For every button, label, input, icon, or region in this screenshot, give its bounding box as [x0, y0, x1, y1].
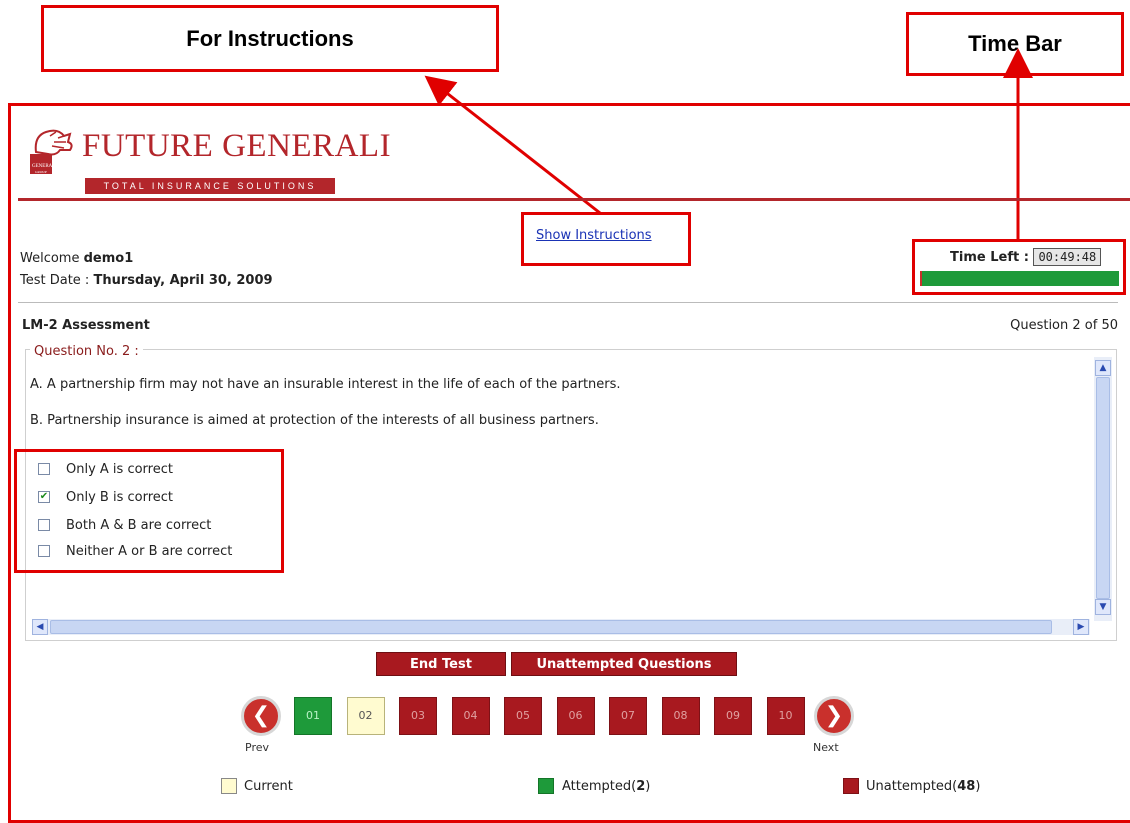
header-divider: [18, 198, 1130, 201]
statement-a: A. A partnership firm may not have an in…: [30, 377, 621, 392]
unattempted-questions-button[interactable]: Unattempted Questions: [511, 652, 737, 676]
legend-unattempted-swatch: [843, 778, 859, 794]
time-left-label: Time Left :: [950, 250, 1029, 265]
content-divider: [18, 302, 1118, 303]
legend-unattempted-label: Unattempted(: [866, 779, 958, 794]
option-label: Both A & B are correct: [66, 517, 212, 533]
page-button-02[interactable]: 02: [346, 697, 385, 735]
question-number: Question No. 2 :: [30, 344, 143, 359]
page-button-06[interactable]: 06: [556, 697, 595, 735]
checkbox[interactable]: [38, 519, 50, 531]
legend-unattempted-count: 48: [957, 779, 976, 794]
page-button-03[interactable]: 03: [399, 697, 437, 735]
checkbox[interactable]: [38, 545, 50, 557]
horizontal-scrollbar[interactable]: [32, 619, 1090, 635]
page-button-04[interactable]: 04: [451, 697, 490, 735]
brand-tagline: TOTAL INSURANCE SOLUTIONS: [85, 178, 335, 194]
time-bar: [920, 271, 1119, 286]
brand-name: FUTURE GENERALI: [82, 128, 392, 164]
test-date-label: Test Date :: [20, 273, 90, 288]
next-arrow-icon[interactable]: ❯: [814, 696, 854, 736]
test-date: Thursday, April 30, 2009: [93, 273, 273, 288]
page-button-09[interactable]: 09: [714, 697, 752, 735]
legend-attempted-close: ): [645, 779, 651, 794]
show-instructions-link[interactable]: Show Instructions: [536, 228, 652, 243]
vertical-scrollbar[interactable]: [1094, 357, 1112, 621]
option-label: Only B is correct: [66, 489, 173, 505]
checkbox[interactable]: [38, 463, 50, 475]
statement-b: B. Partnership insurance is aimed at pro…: [30, 413, 599, 428]
time-left: Time Left : 00:49:48: [950, 248, 1102, 266]
checkbox-checked[interactable]: ✔: [38, 491, 50, 503]
legend-attempted-count: 2: [636, 779, 646, 794]
option-only-a[interactable]: Only A is correct: [38, 459, 173, 479]
assessment-title: LM-2 Assessment: [22, 318, 150, 333]
legend-current: Current: [244, 779, 293, 794]
page-button-05[interactable]: 05: [504, 697, 542, 735]
page-button-01[interactable]: 01: [294, 697, 332, 735]
option-label: Neither A or B are correct: [66, 543, 233, 559]
option-neither[interactable]: Neither A or B are correct: [38, 541, 232, 561]
legend-unattempted: Unattempted(48): [866, 779, 980, 794]
prev-label: Prev: [245, 741, 269, 754]
time-left-value: 00:49:48: [1033, 248, 1102, 266]
scroll-down-icon[interactable]: ▼: [1095, 599, 1111, 615]
welcome-prefix: Welcome: [20, 251, 80, 266]
horizontal-scroll-thumb[interactable]: [50, 620, 1052, 634]
option-label: Only A is correct: [66, 461, 173, 477]
legend-unattempted-close: ): [975, 779, 981, 794]
legend-attempted: Attempted(2): [562, 779, 650, 794]
page-button-07[interactable]: 07: [609, 697, 647, 735]
generali-lion-logo-icon: GENERALI GROUP: [30, 129, 73, 174]
legend-attempted-label: Attempted(: [562, 779, 637, 794]
end-test-button[interactable]: End Test: [376, 652, 506, 676]
svg-text:GENERALI: GENERALI: [32, 164, 57, 169]
scroll-up-icon[interactable]: ▲: [1095, 360, 1111, 376]
vertical-scroll-thumb[interactable]: [1096, 377, 1110, 599]
page-button-08[interactable]: 08: [661, 697, 700, 735]
prev-arrow-icon[interactable]: ❮: [241, 696, 281, 736]
page-button-10[interactable]: 10: [766, 697, 805, 735]
svg-text:GROUP: GROUP: [35, 170, 47, 174]
legend-attempted-swatch: [538, 778, 554, 794]
test-date-line: Test Date : Thursday, April 30, 2009: [20, 273, 273, 288]
question-progress: Question 2 of 50: [1010, 318, 1118, 333]
welcome-line: Welcome demo1: [20, 251, 133, 266]
time-bar-fill: [922, 271, 1119, 286]
scroll-left-icon[interactable]: ◀: [32, 619, 48, 635]
scroll-right-icon[interactable]: ▶: [1073, 619, 1089, 635]
option-only-b[interactable]: ✔ Only B is correct: [38, 487, 173, 507]
legend-current-swatch: [221, 778, 237, 794]
next-label: Next: [813, 741, 839, 754]
option-both[interactable]: Both A & B are correct: [38, 515, 211, 535]
username: demo1: [83, 251, 134, 266]
